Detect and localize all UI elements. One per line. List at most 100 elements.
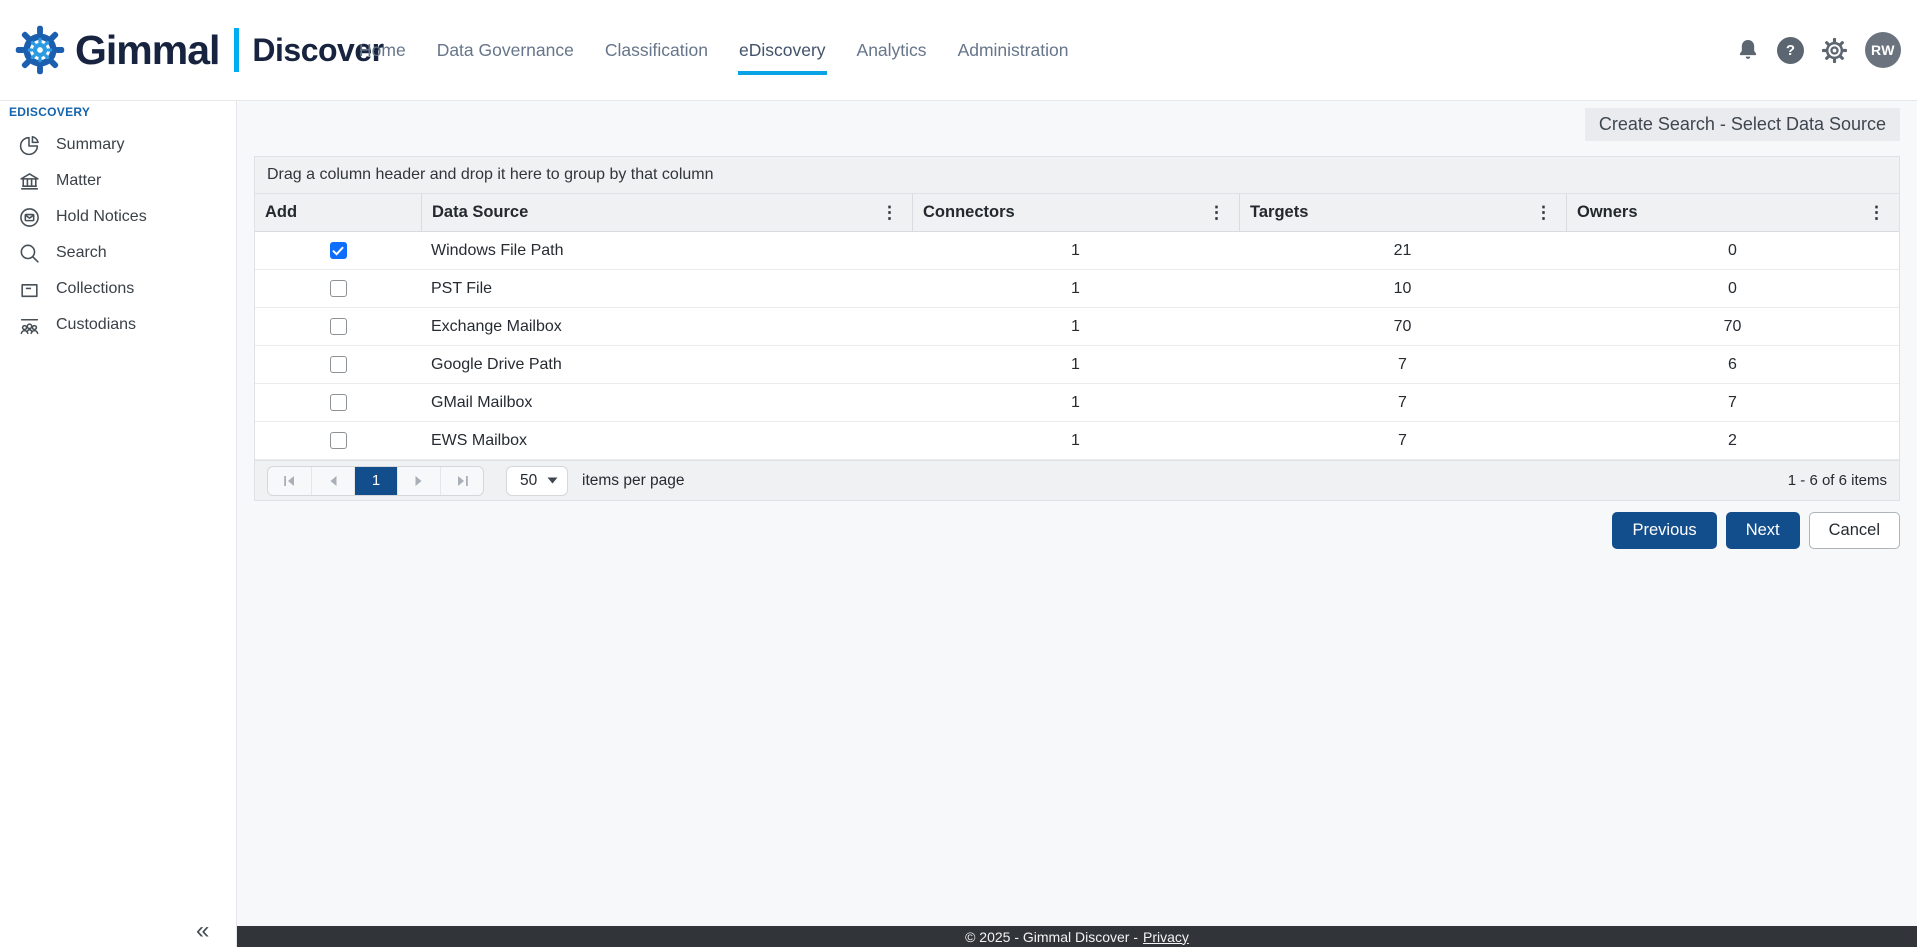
row-checkbox[interactable] bbox=[330, 242, 347, 259]
nav-analytics[interactable]: Analytics bbox=[856, 34, 928, 75]
main-content: Create Search - Select Data Source Drag … bbox=[237, 101, 1917, 947]
nav-classification[interactable]: Classification bbox=[604, 34, 709, 75]
copyright-text: © 2025 - Gimmal Discover - bbox=[965, 929, 1138, 945]
connectors-cell: 1 bbox=[912, 270, 1239, 307]
row-checkbox[interactable] bbox=[330, 318, 347, 335]
connectors-cell: 1 bbox=[912, 384, 1239, 421]
connectors-cell: 1 bbox=[912, 346, 1239, 383]
chevron-down-icon bbox=[547, 477, 558, 484]
sidebar-item-matter[interactable]: Matter bbox=[0, 163, 236, 199]
next-button[interactable]: Next bbox=[1726, 512, 1800, 549]
column-header-connectors[interactable]: Connectors ⋮ bbox=[912, 194, 1239, 231]
nav-ediscovery[interactable]: eDiscovery bbox=[738, 34, 827, 75]
data-source-cell: Exchange Mailbox bbox=[421, 308, 912, 345]
pager-range-label: 1 - 6 of 6 items bbox=[1788, 472, 1887, 489]
column-header-targets[interactable]: Targets ⋮ bbox=[1239, 194, 1566, 231]
sidebar-item-label: Custodians bbox=[56, 316, 136, 334]
sidebar-item-label: Search bbox=[56, 244, 107, 262]
data-source-cell: Windows File Path bbox=[421, 232, 912, 269]
data-source-cell: GMail Mailbox bbox=[421, 384, 912, 421]
nav-data-governance[interactable]: Data Governance bbox=[436, 34, 575, 75]
items-per-page-label: items per page bbox=[582, 472, 685, 490]
column-menu-icon[interactable]: ⋮ bbox=[1864, 203, 1889, 223]
sidebar-item-summary[interactable]: Summary bbox=[0, 127, 236, 163]
table-row[interactable]: Windows File Path 1 21 0 bbox=[255, 232, 1899, 270]
group-drop-zone[interactable]: Drag a column header and drop it here to… bbox=[255, 157, 1899, 194]
main-nav: Home Data Governance Classification eDis… bbox=[358, 0, 1069, 100]
grid-body: Windows File Path 1 21 0 PST File 1 1 0 0 bbox=[255, 232, 1899, 460]
next-page-button[interactable] bbox=[397, 467, 440, 495]
page-size-dropdown[interactable]: 50 bbox=[506, 466, 568, 496]
row-checkbox[interactable] bbox=[330, 394, 347, 411]
archive-box-icon bbox=[18, 278, 41, 301]
logo-divider bbox=[234, 28, 239, 72]
column-header-add[interactable]: Add bbox=[255, 194, 421, 231]
data-source-cell: EWS Mailbox bbox=[421, 422, 912, 459]
owners-cell: 0 bbox=[1566, 232, 1899, 269]
sidebar-item-hold-notices[interactable]: Hold Notices bbox=[0, 199, 236, 235]
sidebar-item-label: Matter bbox=[56, 172, 101, 190]
previous-button[interactable]: Previous bbox=[1612, 512, 1716, 549]
grid-header-row: Add Data Source ⋮ Connectors ⋮ Targets ⋮… bbox=[255, 194, 1899, 232]
row-checkbox[interactable] bbox=[330, 280, 347, 297]
connectors-cell: 1 bbox=[912, 422, 1239, 459]
user-avatar[interactable]: RW bbox=[1865, 32, 1901, 68]
wizard-actions: Previous Next Cancel bbox=[1612, 512, 1900, 549]
page-title: Create Search - Select Data Source bbox=[1585, 108, 1900, 141]
connectors-cell: 1 bbox=[912, 232, 1239, 269]
magnifier-icon bbox=[18, 242, 41, 265]
sidebar-item-collections[interactable]: Collections bbox=[0, 271, 236, 307]
targets-cell: 21 bbox=[1239, 232, 1566, 269]
help-icon[interactable]: ? bbox=[1777, 37, 1804, 64]
column-header-owners[interactable]: Owners ⋮ bbox=[1566, 194, 1899, 231]
table-row[interactable]: PST File 1 10 0 bbox=[255, 270, 1899, 308]
row-checkbox[interactable] bbox=[330, 356, 347, 373]
gear-icon[interactable] bbox=[1820, 36, 1849, 65]
column-menu-icon[interactable]: ⋮ bbox=[877, 203, 902, 223]
targets-cell: 70 bbox=[1239, 308, 1566, 345]
sidebar-item-search[interactable]: Search bbox=[0, 235, 236, 271]
connectors-cell: 1 bbox=[912, 308, 1239, 345]
nav-administration[interactable]: Administration bbox=[957, 34, 1070, 75]
data-source-cell: PST File bbox=[421, 270, 912, 307]
privacy-link[interactable]: Privacy bbox=[1143, 929, 1189, 945]
nav-home[interactable]: Home bbox=[358, 34, 407, 75]
targets-cell: 7 bbox=[1239, 346, 1566, 383]
page-size-value: 50 bbox=[507, 472, 537, 490]
gimmal-gear-logo-icon bbox=[14, 24, 66, 76]
last-page-button[interactable] bbox=[440, 467, 483, 495]
row-checkbox[interactable] bbox=[330, 432, 347, 449]
owners-cell: 0 bbox=[1566, 270, 1899, 307]
pager-nav-group: 1 bbox=[267, 466, 484, 496]
page-footer: © 2025 - Gimmal Discover - Privacy bbox=[237, 926, 1917, 947]
owners-cell: 6 bbox=[1566, 346, 1899, 383]
brand-name: Gimmal bbox=[75, 27, 219, 74]
column-menu-icon[interactable]: ⋮ bbox=[1531, 203, 1556, 223]
column-menu-icon[interactable]: ⋮ bbox=[1204, 203, 1229, 223]
table-row[interactable]: Exchange Mailbox 1 70 70 bbox=[255, 308, 1899, 346]
app-window: Gimmal Discover Home Data Governance Cla… bbox=[0, 0, 1917, 947]
gimmal-logo[interactable]: Gimmal Discover bbox=[14, 0, 384, 100]
table-row[interactable]: EWS Mailbox 1 7 2 bbox=[255, 422, 1899, 460]
bank-icon bbox=[18, 170, 41, 193]
cancel-button[interactable]: Cancel bbox=[1809, 512, 1900, 549]
first-page-button[interactable] bbox=[268, 467, 311, 495]
sidebar: EDISCOVERY Summary Matter Hold Notices bbox=[0, 101, 237, 947]
owners-cell: 7 bbox=[1566, 384, 1899, 421]
sidebar-item-label: Hold Notices bbox=[56, 208, 147, 226]
sidebar-item-label: Collections bbox=[56, 280, 134, 298]
bell-icon[interactable] bbox=[1735, 37, 1761, 63]
sidebar-collapse-icon[interactable]: « bbox=[196, 919, 209, 943]
targets-cell: 7 bbox=[1239, 422, 1566, 459]
previous-page-button[interactable] bbox=[311, 467, 354, 495]
sidebar-item-label: Summary bbox=[56, 136, 124, 154]
owners-cell: 2 bbox=[1566, 422, 1899, 459]
table-row[interactable]: Google Drive Path 1 7 6 bbox=[255, 346, 1899, 384]
data-source-cell: Google Drive Path bbox=[421, 346, 912, 383]
sidebar-section-label: EDISCOVERY bbox=[9, 105, 236, 119]
page-1-button[interactable]: 1 bbox=[354, 467, 397, 495]
table-row[interactable]: GMail Mailbox 1 7 7 bbox=[255, 384, 1899, 422]
sidebar-item-custodians[interactable]: Custodians bbox=[0, 307, 236, 343]
owners-cell: 70 bbox=[1566, 308, 1899, 345]
column-header-data-source[interactable]: Data Source ⋮ bbox=[421, 194, 912, 231]
